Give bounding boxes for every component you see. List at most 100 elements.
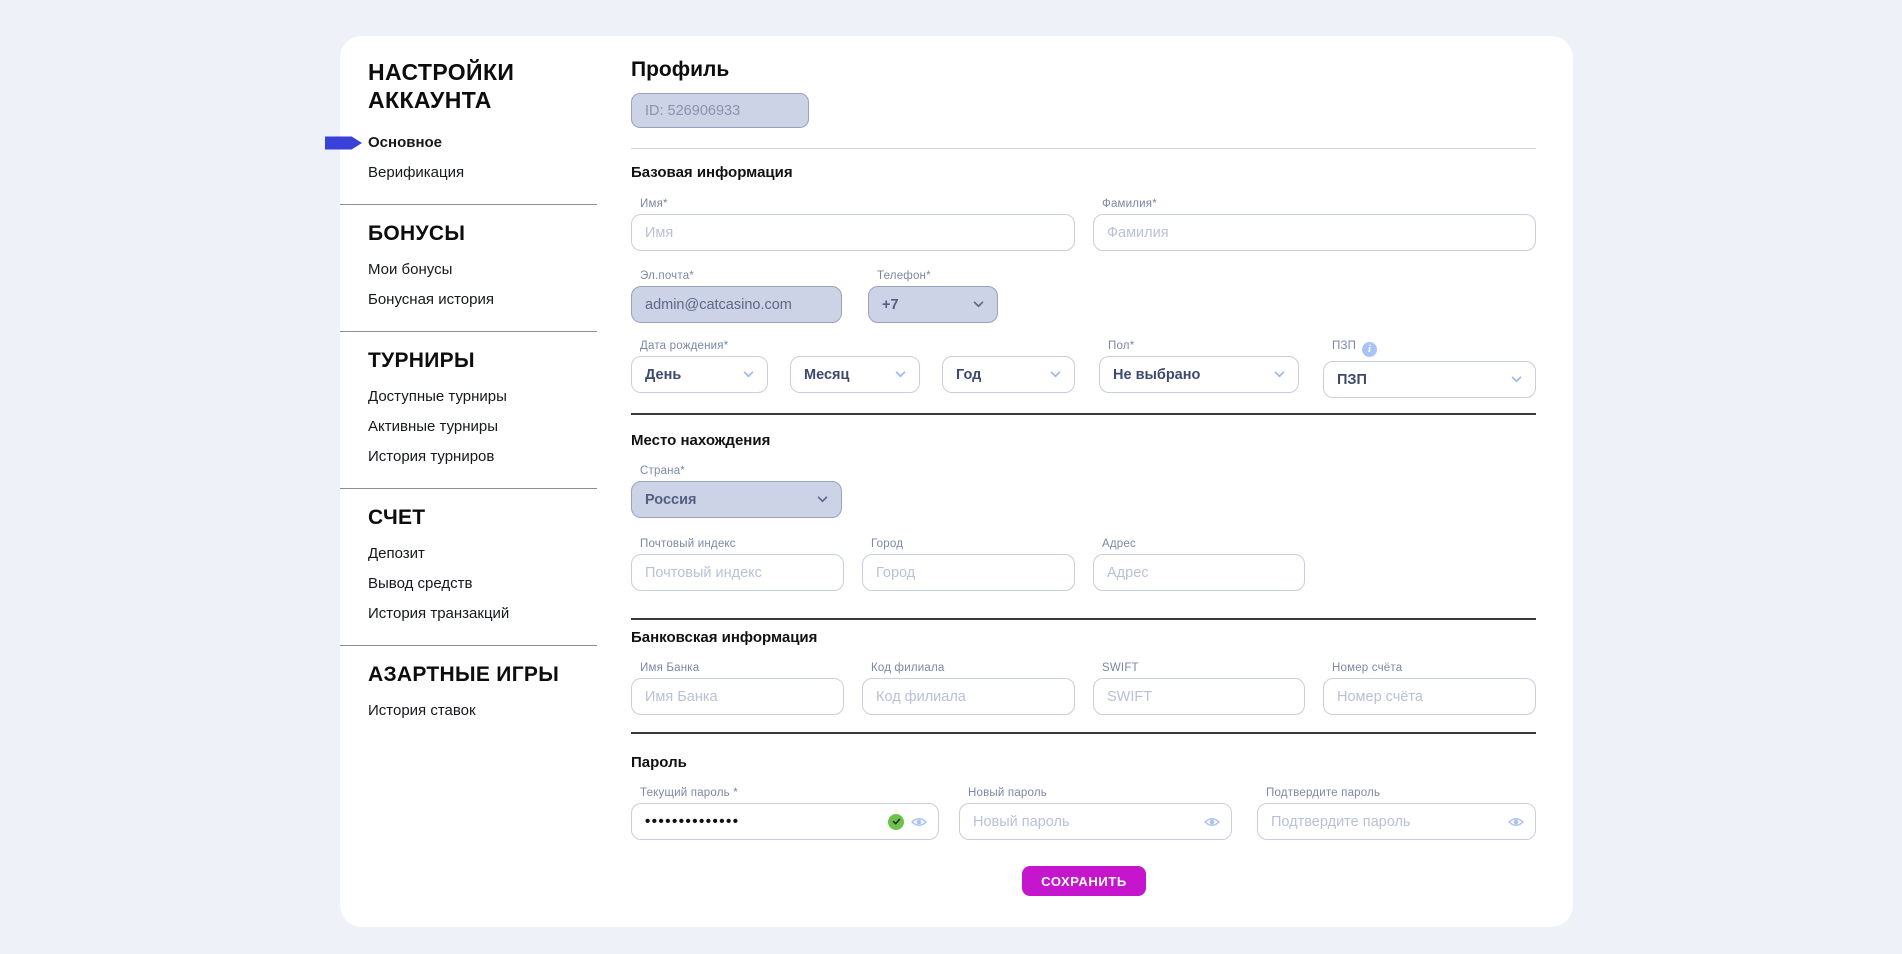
postal-code-field-wrap: Почтовый индекс — [631, 538, 844, 591]
phone-label: Телефон* — [877, 270, 998, 282]
sidebar-heading-gambling: АЗАРТНЫЕ ИГРЫ — [368, 662, 597, 688]
pzp-value: ПЗП — [1337, 372, 1367, 388]
current-password-field-wrap: Текущий пароль * •••••••••••••• — [631, 787, 939, 840]
city-input[interactable] — [862, 554, 1075, 591]
branch-code-input[interactable] — [862, 678, 1075, 715]
sidebar-heading-account: СЧЕТ — [368, 505, 597, 531]
valid-check-icon — [888, 814, 904, 830]
postal-code-input[interactable] — [631, 554, 844, 591]
birth-year-select[interactable]: Год — [942, 356, 1075, 393]
current-password-input[interactable]: •••••••••••••• — [631, 803, 939, 840]
sidebar-heading-tournaments: ТУРНИРЫ — [368, 348, 597, 374]
sidebar-item-label: Основное — [368, 134, 442, 151]
eye-icon[interactable] — [1204, 816, 1220, 828]
sidebar-item-active-tournaments[interactable]: Активные турниры — [368, 412, 597, 442]
email-field-wrap: Эл.почта* — [631, 270, 842, 323]
birth-day-field-wrap: Дата рождения* День — [631, 340, 768, 393]
city-label: Город — [871, 538, 1075, 550]
sidebar-item-label: Доступные турниры — [368, 388, 507, 405]
chevron-down-icon — [743, 371, 754, 378]
birth-year-value: Год — [956, 367, 981, 383]
phone-field-wrap: Телефон* +7 — [868, 270, 998, 323]
bank-name-input[interactable] — [631, 678, 844, 715]
sidebar-item-transaction-history[interactable]: История транзакций — [368, 599, 597, 629]
sidebar-group-tournaments: ТУРНИРЫ Доступные турниры Активные турни… — [340, 332, 597, 489]
country-select: Россия — [631, 481, 842, 518]
sidebar-item-label: Верификация — [368, 164, 464, 181]
sidebar-item-label: Бонусная история — [368, 291, 494, 308]
sidebar-title: НАСТРОЙКИАККАУНТА — [368, 58, 548, 114]
sidebar-item-deposit[interactable]: Депозит — [368, 539, 597, 569]
pzp-field-wrap: ПЗПi ПЗП — [1323, 340, 1536, 398]
first-name-field-wrap: Имя* — [631, 198, 1075, 251]
account-number-field-wrap: Номер счёта — [1323, 662, 1536, 715]
confirm-password-input-wrap — [1257, 803, 1536, 840]
new-password-input-wrap — [959, 803, 1232, 840]
sidebar-item-bonus-history[interactable]: Бонусная история — [368, 285, 597, 315]
sidebar-item-withdrawal[interactable]: Вывод средств — [368, 569, 597, 599]
section-heading-location: Место нахождения — [631, 432, 770, 449]
active-item-arrow-icon — [325, 137, 362, 150]
birth-month-select[interactable]: Месяц — [790, 356, 920, 393]
country-label: Страна* — [640, 465, 842, 477]
info-icon[interactable]: i — [1362, 342, 1377, 357]
city-field-wrap: Город — [862, 538, 1075, 591]
gender-select[interactable]: Не выбрано — [1099, 356, 1299, 393]
sidebar-item-label: Активные турниры — [368, 418, 498, 435]
swift-field-wrap: SWIFT — [1093, 662, 1305, 715]
birth-date-label: Дата рождения* — [640, 340, 768, 352]
profile-id-field — [631, 93, 809, 128]
first-name-input[interactable] — [631, 214, 1075, 251]
current-password-label: Текущий пароль * — [640, 787, 939, 799]
sidebar-group-account-money: СЧЕТ Депозит Вывод средств История транз… — [340, 489, 597, 646]
sidebar-item-label: История ставок — [368, 702, 476, 719]
swift-label: SWIFT — [1102, 662, 1305, 674]
sidebar-item-available-tournaments[interactable]: Доступные турниры — [368, 382, 597, 412]
confirm-password-field-wrap: Подтвердите пароль — [1257, 787, 1536, 840]
eye-icon[interactable] — [911, 816, 927, 828]
address-field-wrap: Адрес — [1093, 538, 1305, 591]
current-password-masked-value: •••••••••••••• — [645, 814, 888, 829]
sidebar-heading-bonuses: БОНУСЫ — [368, 221, 597, 247]
pzp-select[interactable]: ПЗП — [1323, 361, 1536, 398]
section-divider — [631, 413, 1536, 415]
new-password-input[interactable] — [973, 814, 1204, 830]
postal-code-label: Почтовый индекс — [640, 538, 844, 550]
last-name-input[interactable] — [1093, 214, 1536, 251]
email-label: Эл.почта* — [640, 270, 842, 282]
phone-code-value: +7 — [882, 297, 899, 313]
chevron-down-icon — [973, 301, 984, 308]
sidebar-item-tournament-history[interactable]: История турниров — [368, 442, 597, 472]
chevron-down-icon — [1050, 371, 1061, 378]
sidebar-item-verification[interactable]: Верификация — [368, 158, 597, 188]
first-name-label: Имя* — [640, 198, 1075, 210]
sidebar-group-gambling: АЗАРТНЫЕ ИГРЫ История ставок — [340, 646, 597, 742]
sidebar-item-label: Депозит — [368, 545, 425, 562]
save-button[interactable]: СОХРАНИТЬ — [1022, 866, 1146, 896]
account-number-label: Номер счёта — [1332, 662, 1536, 674]
account-number-input[interactable] — [1323, 678, 1536, 715]
sidebar-item-label: Вывод средств — [368, 575, 472, 592]
new-password-label: Новый пароль — [968, 787, 1232, 799]
address-input[interactable] — [1093, 554, 1305, 591]
address-label: Адрес — [1102, 538, 1305, 550]
pzp-label: ПЗПi — [1332, 340, 1536, 357]
eye-icon[interactable] — [1508, 816, 1524, 828]
chevron-down-icon — [895, 371, 906, 378]
sidebar-item-my-bonuses[interactable]: Мои бонусы — [368, 255, 597, 285]
swift-input[interactable] — [1093, 678, 1305, 715]
last-name-label: Фамилия* — [1102, 198, 1536, 210]
sidebar-item-label: Мои бонусы — [368, 261, 452, 278]
sidebar: НАСТРОЙКИАККАУНТА Основное Верификация Б… — [340, 36, 597, 742]
sidebar-group-bonuses: БОНУСЫ Мои бонусы Бонусная история — [340, 205, 597, 332]
sidebar-item-main[interactable]: Основное — [368, 128, 597, 158]
birth-day-select[interactable]: День — [631, 356, 768, 393]
section-heading-password: Пароль — [631, 754, 687, 771]
sidebar-group-account: Основное Верификация — [340, 120, 597, 205]
confirm-password-input[interactable] — [1271, 814, 1508, 830]
chevron-down-icon — [817, 496, 828, 503]
sidebar-item-bet-history[interactable]: История ставок — [368, 696, 597, 726]
sidebar-item-label: История турниров — [368, 448, 494, 465]
bank-name-label: Имя Банка — [640, 662, 844, 674]
page-title: Профиль — [631, 58, 729, 82]
